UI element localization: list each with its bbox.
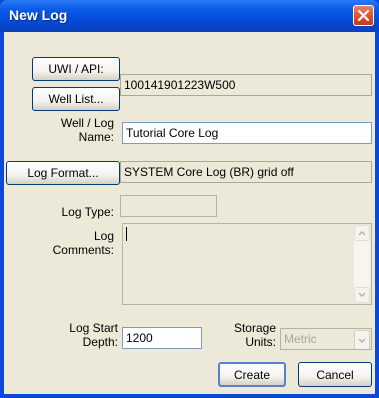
close-icon bbox=[358, 10, 369, 21]
dialog-body: UWI / API: Well List... 100141901223W500… bbox=[4, 32, 375, 394]
log-start-depth-label-1: Log Start bbox=[69, 321, 118, 335]
well-log-name-label-2: Name: bbox=[78, 130, 114, 144]
storage-units-select: Metric bbox=[280, 328, 372, 350]
log-start-depth-label-2: Depth: bbox=[82, 335, 118, 349]
well-list-button[interactable]: Well List... bbox=[32, 87, 120, 111]
scroll-up-button[interactable] bbox=[354, 225, 370, 241]
log-type-field bbox=[120, 195, 217, 217]
comments-scrollbar[interactable] bbox=[354, 225, 370, 303]
log-comments-textarea[interactable] bbox=[122, 223, 372, 305]
uwi-value-field: 100141901223W500 bbox=[120, 74, 372, 96]
new-log-dialog: New Log UWI / API: Well List... 10014190… bbox=[0, 0, 379, 398]
create-button[interactable]: Create bbox=[218, 362, 286, 387]
storage-units-label-1: Storage bbox=[233, 321, 276, 335]
log-format-button[interactable]: Log Format... bbox=[6, 161, 120, 185]
close-button[interactable] bbox=[353, 5, 374, 26]
chevron-down-icon bbox=[358, 292, 366, 298]
log-format-field: SYSTEM Core Log (BR) grid off bbox=[120, 161, 372, 183]
log-comments-label-2: Comments: bbox=[52, 243, 114, 257]
chevron-up-icon bbox=[358, 230, 366, 236]
log-start-depth-input[interactable]: 1200 bbox=[122, 327, 202, 349]
text-caret bbox=[126, 227, 127, 241]
storage-units-label-2: Units: bbox=[245, 335, 276, 349]
scroll-down-button[interactable] bbox=[354, 287, 370, 303]
well-log-name-input[interactable]: Tutorial Core Log bbox=[122, 122, 372, 144]
storage-units-dropdown-button bbox=[354, 330, 370, 349]
chevron-down-icon bbox=[358, 338, 366, 344]
well-log-name-label-1: Well / Log bbox=[60, 116, 114, 130]
log-comments-label-1: Log bbox=[93, 229, 114, 243]
cancel-button[interactable]: Cancel bbox=[298, 362, 372, 387]
log-type-label: Log Type: bbox=[61, 205, 115, 219]
storage-units-value: Metric bbox=[284, 332, 317, 346]
title-bar[interactable]: New Log bbox=[0, 0, 379, 32]
uwi-api-button[interactable]: UWI / API: bbox=[32, 57, 120, 81]
window-title: New Log bbox=[9, 7, 68, 23]
